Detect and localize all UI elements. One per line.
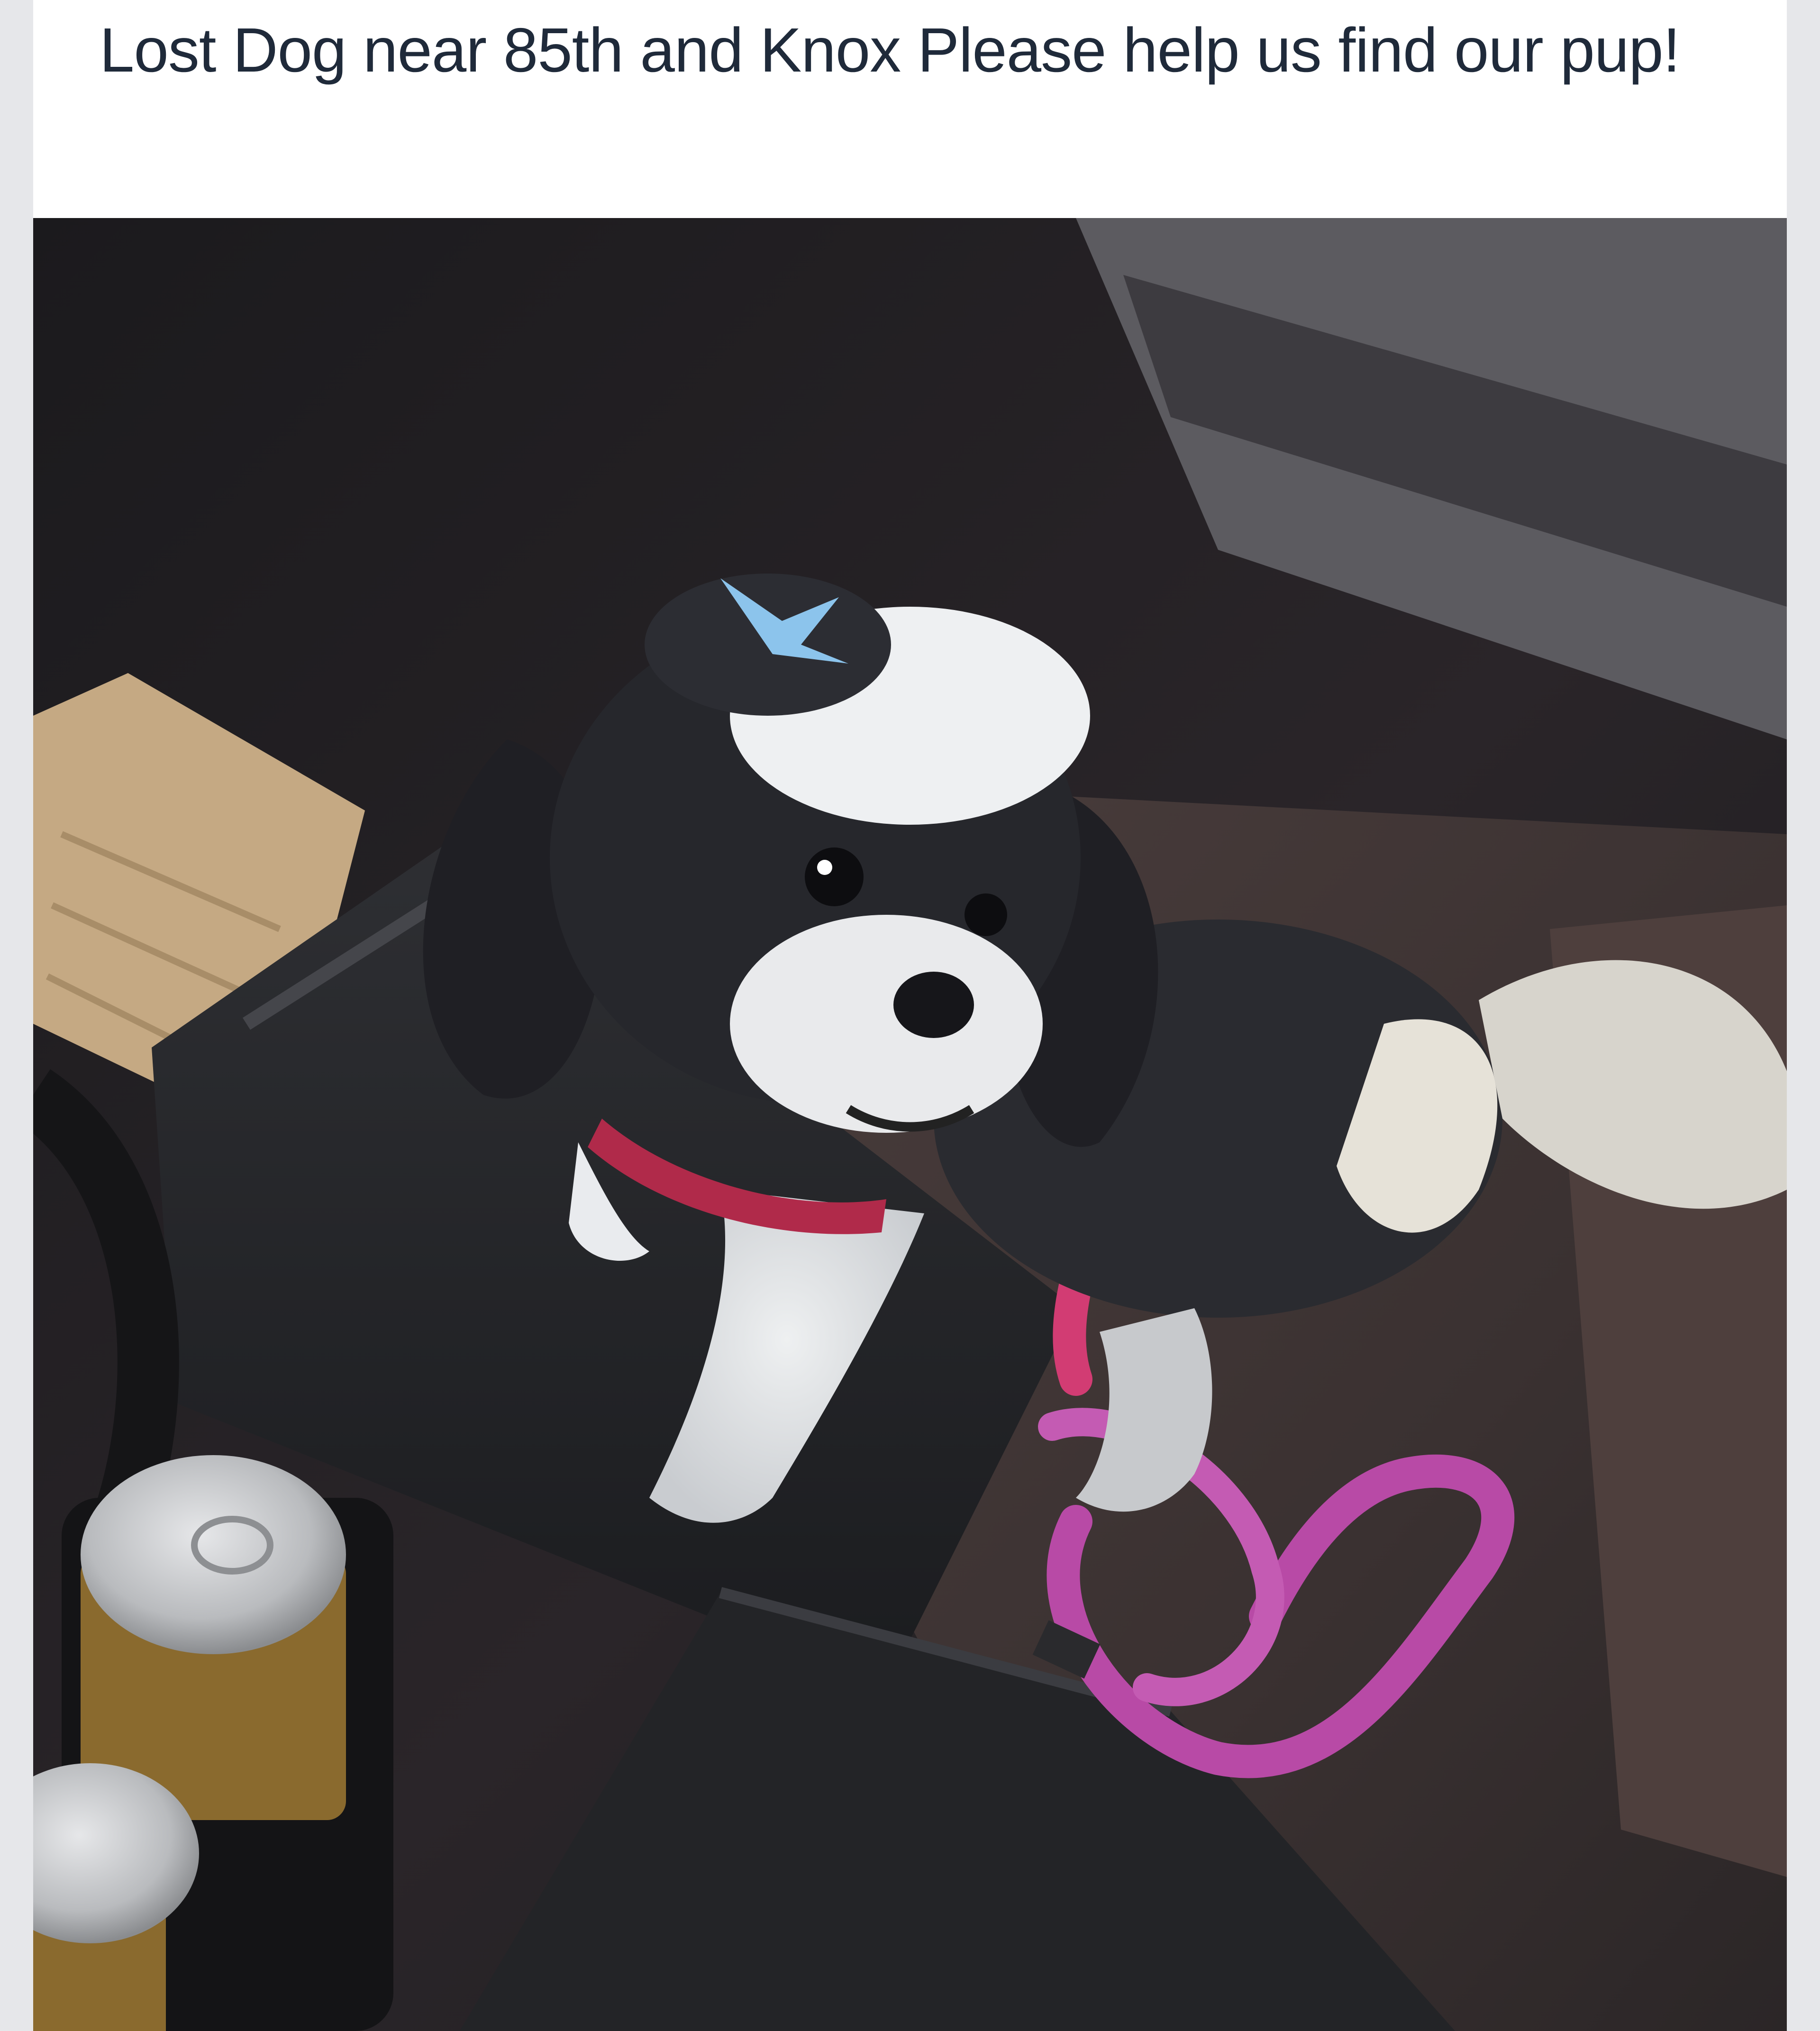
- post-card: Lost Dog near 85th and Knox Please help …: [33, 0, 1787, 2031]
- post-text: Lost Dog near 85th and Knox Please help …: [100, 15, 1680, 85]
- dog-photo[interactable]: [33, 218, 1787, 2031]
